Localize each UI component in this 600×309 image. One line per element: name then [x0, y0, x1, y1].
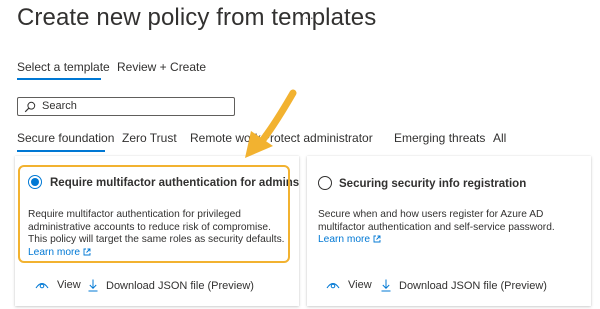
learn-more-link[interactable]: Learn more — [318, 234, 381, 245]
tab-selected-indicator — [17, 150, 105, 152]
more-options-button[interactable]: ··· — [299, 10, 315, 25]
eye-icon — [326, 282, 340, 289]
download-json-button[interactable]: Download JSON file (Preview) — [88, 279, 254, 292]
template-card-security-info-registration[interactable]: Securing security info registration Secu… — [307, 156, 591, 306]
download-json-button[interactable]: Download JSON file (Preview) — [381, 279, 547, 292]
download-label: Download JSON file (Preview) — [399, 279, 547, 292]
view-label: View — [348, 279, 372, 291]
card-actions: View Download JSON file (Preview) — [326, 279, 586, 295]
annotation-highlight-box — [18, 165, 290, 263]
tab-secure-foundation[interactable]: Secure foundation — [17, 131, 114, 145]
tab-emerging-threats[interactable]: Emerging threats — [394, 131, 485, 145]
card-actions: View Download JSON file (Preview) — [35, 279, 295, 295]
page-title: Create new policy from templates — [17, 4, 377, 31]
search-input[interactable]: Search — [42, 100, 77, 112]
tab-remote-work[interactable]: Remote work — [190, 131, 261, 145]
download-icon — [88, 279, 98, 292]
search-icon — [24, 101, 36, 113]
card-description: Secure when and how users register for A… — [318, 209, 584, 247]
download-icon — [381, 279, 391, 292]
learn-more-label: Learn more — [318, 234, 371, 245]
eye-icon — [35, 282, 49, 289]
view-label: View — [57, 279, 81, 291]
step-review-create[interactable]: Review + Create — [117, 60, 206, 74]
card-description-text: Secure when and how users register for A… — [318, 209, 555, 233]
step-selected-indicator — [17, 78, 101, 80]
card-title: Securing security info registration — [339, 178, 527, 190]
step-select-template[interactable]: Select a template — [17, 60, 110, 74]
template-category-tabs: Secure foundation Zero Trust Remote work… — [17, 131, 537, 153]
search-box[interactable]: Search — [17, 97, 235, 116]
tab-zero-trust[interactable]: Zero Trust — [122, 131, 177, 145]
external-link-icon — [373, 235, 381, 243]
tab-protect-administrator[interactable]: Protect administrator — [262, 131, 373, 145]
view-button[interactable]: View — [35, 279, 81, 291]
template-radio-security-info[interactable] — [318, 176, 332, 190]
tab-all[interactable]: All — [493, 131, 506, 145]
view-button[interactable]: View — [326, 279, 372, 291]
download-label: Download JSON file (Preview) — [106, 279, 254, 292]
